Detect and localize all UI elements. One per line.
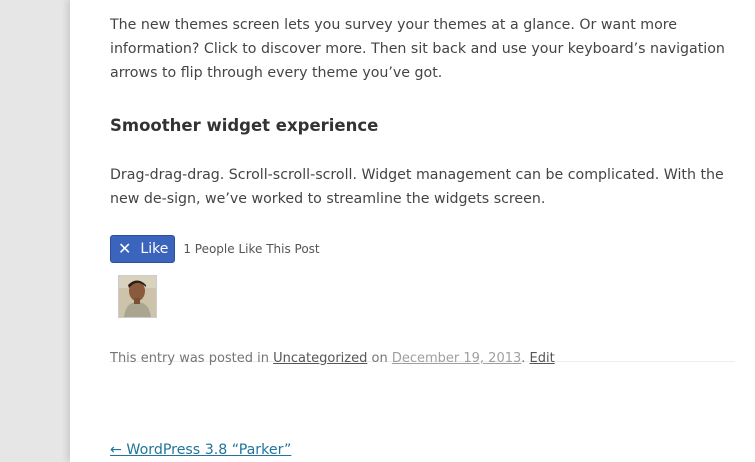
previous-post-link[interactable]: ← WordPress 3.8 “Parker”	[110, 438, 291, 462]
content-area: The new themes screen lets you survey yo…	[70, 0, 755, 462]
paragraph-widgets: Drag-drag-drag. Scroll-scroll-scroll. Wi…	[110, 167, 724, 207]
page-background-gutter	[0, 0, 70, 462]
x-icon: ✕	[118, 239, 132, 258]
paragraph-themes: The new themes screen lets you survey yo…	[110, 17, 725, 81]
edit-link[interactable]: Edit	[530, 351, 555, 366]
like-count-text: 1 People Like This Post	[183, 242, 320, 256]
meta-on: on	[367, 351, 392, 366]
liker-avatar[interactable]	[118, 275, 157, 318]
like-button-label: Like	[140, 241, 169, 257]
meta-separator: .	[521, 351, 530, 366]
heading-widget-experience: Smoother widget experience	[110, 116, 379, 135]
like-button[interactable]: ✕ Like	[110, 235, 176, 263]
meta-prefix: This entry was posted in	[110, 351, 274, 366]
entry-meta: This entry was posted in Uncategorized o…	[110, 348, 555, 370]
likes-widget: ✕ Like 1 People Like This Post	[110, 235, 320, 263]
date-link[interactable]: December 19, 2013	[392, 351, 521, 366]
category-link[interactable]: Uncategorized	[273, 351, 367, 366]
avatar-image	[119, 276, 156, 317]
